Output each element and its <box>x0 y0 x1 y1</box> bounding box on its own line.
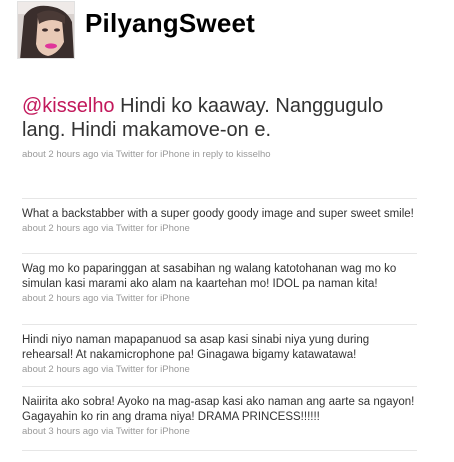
tweet-text: Naiirita ako sobra! Ayoko na mag-asap ka… <box>22 396 415 423</box>
tweet-text: Hindi niyo naman mapapanuod sa asap kasi… <box>22 334 370 361</box>
tweet-meta: about 2 hours ago via Twitter for iPhone <box>22 293 190 304</box>
divider <box>22 450 417 451</box>
main-tweet-meta: about 2 hours ago via Twitter for iPhone… <box>22 149 271 160</box>
tweet-item: Wag mo ko paparinggan at sasabihan ng wa… <box>22 262 417 305</box>
profile-header: PilyangSweet <box>17 1 447 61</box>
tweet-item: Naiirita ako sobra! Ayoko na mag-asap ka… <box>22 395 417 438</box>
tweet-meta: about 2 hours ago via Twitter for iPhone <box>22 223 190 234</box>
tweet-meta: about 3 hours ago via Twitter for iPhone <box>22 426 190 437</box>
divider <box>22 386 417 387</box>
tweet-text: What a backstabber with a super goody go… <box>22 208 414 220</box>
avatar[interactable] <box>17 1 75 59</box>
divider <box>22 324 417 325</box>
divider <box>22 198 417 199</box>
profile-screen-name[interactable]: PilyangSweet <box>85 8 255 39</box>
mention-link[interactable]: @kisselho <box>22 95 115 117</box>
tweet-text: Wag mo ko paparinggan at sasabihan ng wa… <box>22 263 397 290</box>
main-tweet-text: @kisselho Hindi ko kaaway. Nanggugulo la… <box>22 94 422 142</box>
tweet-item: Hindi niyo naman mapapanuod sa asap kasi… <box>22 333 417 376</box>
tweet-meta: about 2 hours ago via Twitter for iPhone <box>22 364 190 375</box>
divider <box>22 253 417 254</box>
tweet-item: What a backstabber with a super goody go… <box>22 207 417 235</box>
user-avatar-photo-icon <box>18 2 74 58</box>
main-tweet: @kisselho Hindi ko kaaway. Nanggugulo la… <box>22 94 422 161</box>
